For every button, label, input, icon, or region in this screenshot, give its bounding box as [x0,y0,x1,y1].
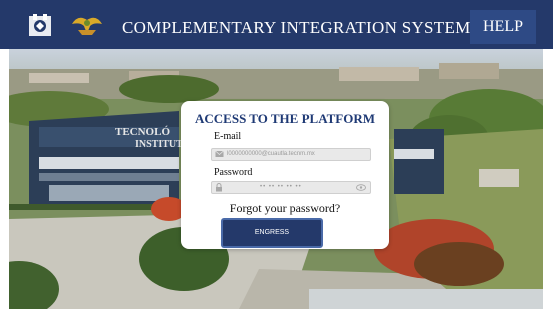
password-field[interactable]: •• •• •• •• •• [211,181,371,194]
building-sign-line1: TECNOLÓ [115,126,170,138]
envelope-icon [215,150,224,157]
login-title: ACCESS TO THE PLATFORM [195,111,375,126]
email-label: E-mail [214,131,242,142]
help-button[interactable]: HELP [470,10,536,44]
email-field[interactable]: l0000000000@cuautla.tecnm.mx [211,148,371,161]
building-sign-line2: INSTITUT [135,139,183,150]
top-bar: COMPLEMENTARY INTEGRATION SYSTEM HELP [0,0,553,49]
eagle-emblem-logo [72,17,102,35]
password-label: Password [214,167,253,178]
email-value: l0000000000@cuautla.tecnm.mx [227,151,315,157]
forgot-password-link[interactable]: Forgot your password? [181,201,389,216]
password-value: •• •• •• •• •• [260,184,302,190]
institution-seal-logo [29,14,51,36]
lock-icon [216,183,222,192]
login-card: ACCESS TO THE PLATFORM E-mail l000000000… [181,101,389,249]
eye-icon[interactable] [356,184,366,191]
app-title: COMPLEMENTARY INTEGRATION SYSTEM [122,18,471,37]
submit-button[interactable]: ENGRESS [221,218,323,248]
